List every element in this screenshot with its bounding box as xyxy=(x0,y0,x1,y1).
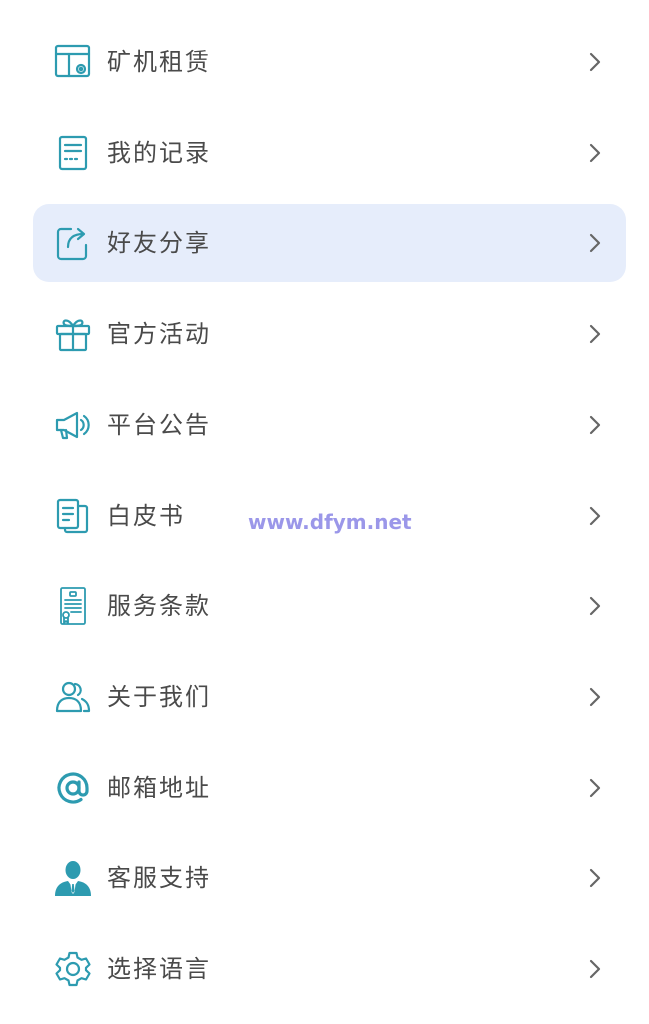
at-sign-icon xyxy=(53,768,93,808)
chevron-right-icon xyxy=(583,866,607,890)
menu-item-label: 好友分享 xyxy=(107,229,211,257)
menu-item-label: 白皮书 xyxy=(107,502,185,530)
menu-item-label: 我的记录 xyxy=(107,139,211,167)
chevron-right-icon xyxy=(583,322,607,346)
whitepaper-icon xyxy=(53,496,93,536)
menu-item-select-language[interactable]: 选择语言 xyxy=(33,930,626,1008)
records-icon xyxy=(53,133,93,173)
chevron-right-icon xyxy=(583,231,607,255)
menu-item-email-address[interactable]: 邮箱地址 xyxy=(33,749,626,827)
mining-rental-icon xyxy=(53,42,93,82)
chevron-right-icon xyxy=(583,504,607,528)
chevron-right-icon xyxy=(583,685,607,709)
menu-item-my-records[interactable]: 我的记录 xyxy=(33,114,626,192)
menu-item-label: 客服支持 xyxy=(107,864,211,892)
share-icon xyxy=(53,223,93,263)
gift-icon xyxy=(53,314,93,354)
menu-item-friend-share[interactable]: 好友分享 xyxy=(33,204,626,282)
support-agent-icon xyxy=(53,858,93,898)
chevron-right-icon xyxy=(583,594,607,618)
chevron-right-icon xyxy=(583,141,607,165)
users-icon xyxy=(53,677,93,717)
menu-item-terms-of-service[interactable]: 服务条款 xyxy=(33,567,626,645)
menu-item-mining-rental[interactable]: 矿机租赁 xyxy=(33,23,626,101)
menu-item-customer-support[interactable]: 客服支持 xyxy=(33,839,626,917)
menu-item-about-us[interactable]: 关于我们 xyxy=(33,658,626,736)
chevron-right-icon xyxy=(583,776,607,800)
menu-item-label: 官方活动 xyxy=(107,320,211,348)
menu-item-label: 关于我们 xyxy=(107,683,211,711)
menu-item-official-events[interactable]: 官方活动 xyxy=(33,295,626,373)
chevron-right-icon xyxy=(583,413,607,437)
menu-item-announcements[interactable]: 平台公告 xyxy=(33,386,626,464)
menu-item-label: 服务条款 xyxy=(107,592,211,620)
menu-item-label: 邮箱地址 xyxy=(107,774,211,802)
menu-item-label: 选择语言 xyxy=(107,955,211,983)
menu-item-label: 矿机租赁 xyxy=(107,48,211,76)
chevron-right-icon xyxy=(583,957,607,981)
chevron-right-icon xyxy=(583,50,607,74)
megaphone-icon xyxy=(53,405,93,445)
menu-item-label: 平台公告 xyxy=(107,411,211,439)
watermark-text: www.dfym.net xyxy=(248,510,412,534)
gear-icon xyxy=(53,949,93,989)
certificate-icon xyxy=(53,586,93,626)
